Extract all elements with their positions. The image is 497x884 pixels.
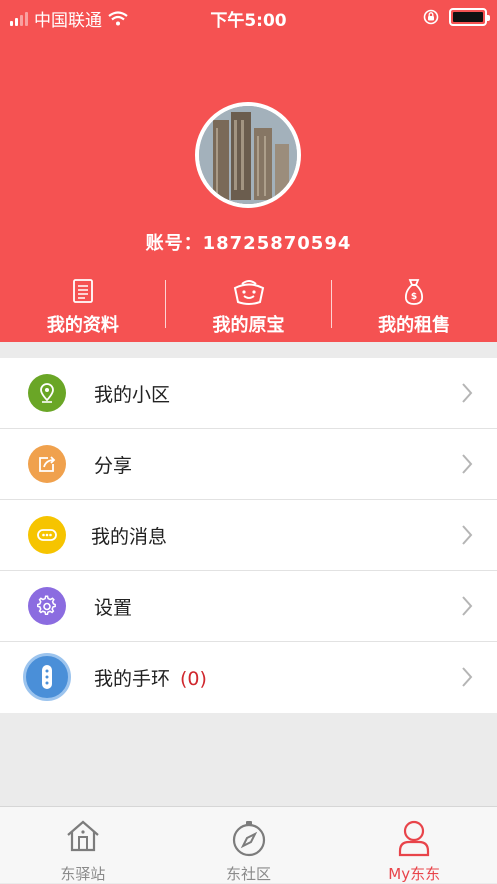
menu-item-settings[interactable]: 设置: [0, 571, 497, 642]
chevron-right-icon: [462, 383, 473, 403]
svg-text:$: $: [411, 292, 417, 302]
chevron-right-icon: [462, 454, 473, 474]
rotation-lock-icon: [423, 9, 439, 25]
gear-icon: [28, 587, 66, 625]
money-bag-icon: $: [405, 279, 424, 305]
document-icon: [72, 279, 93, 303]
account-info: 账号：18725870594: [0, 229, 497, 255]
status-bar: 中国联通 下午5:00: [0, 0, 497, 34]
chat-bubble-icon: [28, 516, 66, 554]
tab-label: 东驿站: [60, 865, 106, 883]
account-number: 18725870594: [202, 233, 352, 254]
chevron-right-icon: [462, 596, 473, 616]
my-rental-label: 我的租售: [378, 315, 451, 336]
menu-item-my-messages[interactable]: 我的消息: [0, 500, 497, 571]
my-profile-button[interactable]: 我的资料: [0, 276, 166, 336]
tab-label: My东东: [388, 865, 441, 883]
chevron-right-icon: [462, 525, 473, 545]
menu-label: 我的小区: [94, 384, 171, 406]
wristband-icon: [23, 653, 71, 701]
menu-item-share[interactable]: 分享: [0, 429, 497, 500]
compass-icon: [232, 821, 265, 857]
divider: [165, 280, 166, 328]
avatar[interactable]: [195, 102, 301, 208]
tab-label: 东社区: [226, 865, 272, 883]
wristband-count: (0): [180, 668, 207, 690]
wristband-label: 我的手环: [94, 668, 171, 690]
chevron-right-icon: [462, 667, 473, 687]
house-icon: [67, 820, 99, 852]
tab-my-dongdong[interactable]: My东东: [331, 807, 497, 883]
menu-label: 设置: [94, 597, 133, 619]
person-icon: [399, 820, 430, 857]
tab-dong-community[interactable]: 东社区: [166, 807, 332, 883]
my-profile-label: 我的资料: [46, 315, 119, 336]
location-pin-icon: [28, 374, 66, 412]
menu-label: 我的手环 (0): [94, 664, 207, 691]
battery-icon: [449, 8, 490, 26]
quick-actions: 我的资料 我的原宝 $ 我的租售: [0, 276, 497, 336]
menu-item-my-wristband[interactable]: 我的手环 (0): [0, 642, 497, 713]
divider: [331, 280, 332, 328]
account-label: 账号：: [145, 233, 203, 254]
tab-bar: 东驿站 东社区 My东东: [0, 806, 497, 883]
avatar-photo: [199, 106, 297, 204]
profile-header: 中国联通 下午5:00 账号：18725870594 我的资料 我的原宝 $ 我…: [0, 0, 497, 342]
my-yuanbao-label: 我的原宝: [212, 315, 285, 336]
tab-dong-station[interactable]: 东驿站: [0, 807, 166, 883]
menu-item-my-community[interactable]: 我的小区: [0, 358, 497, 429]
smiley-bag-icon: [233, 280, 264, 305]
my-yuanbao-button[interactable]: 我的原宝: [166, 276, 332, 336]
my-rental-button[interactable]: $ 我的租售: [331, 276, 497, 336]
menu-label: 我的消息: [91, 526, 168, 548]
share-icon: [28, 445, 66, 483]
menu-list: 我的小区 分享 我的消息 设置 我的手环 (0): [0, 358, 497, 713]
menu-label: 分享: [94, 455, 133, 477]
